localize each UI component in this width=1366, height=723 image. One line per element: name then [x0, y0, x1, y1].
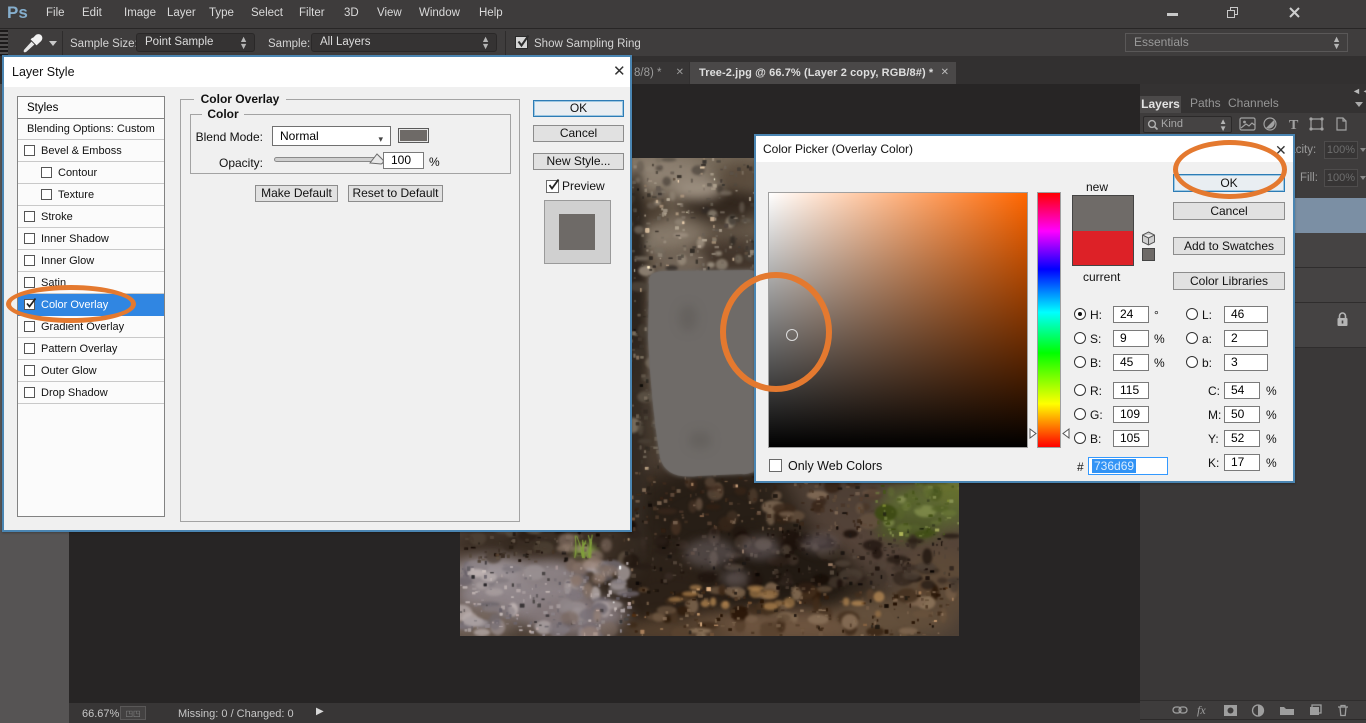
svg-text:fx: fx — [1197, 703, 1206, 717]
svg-text:T: T — [1289, 118, 1299, 133]
